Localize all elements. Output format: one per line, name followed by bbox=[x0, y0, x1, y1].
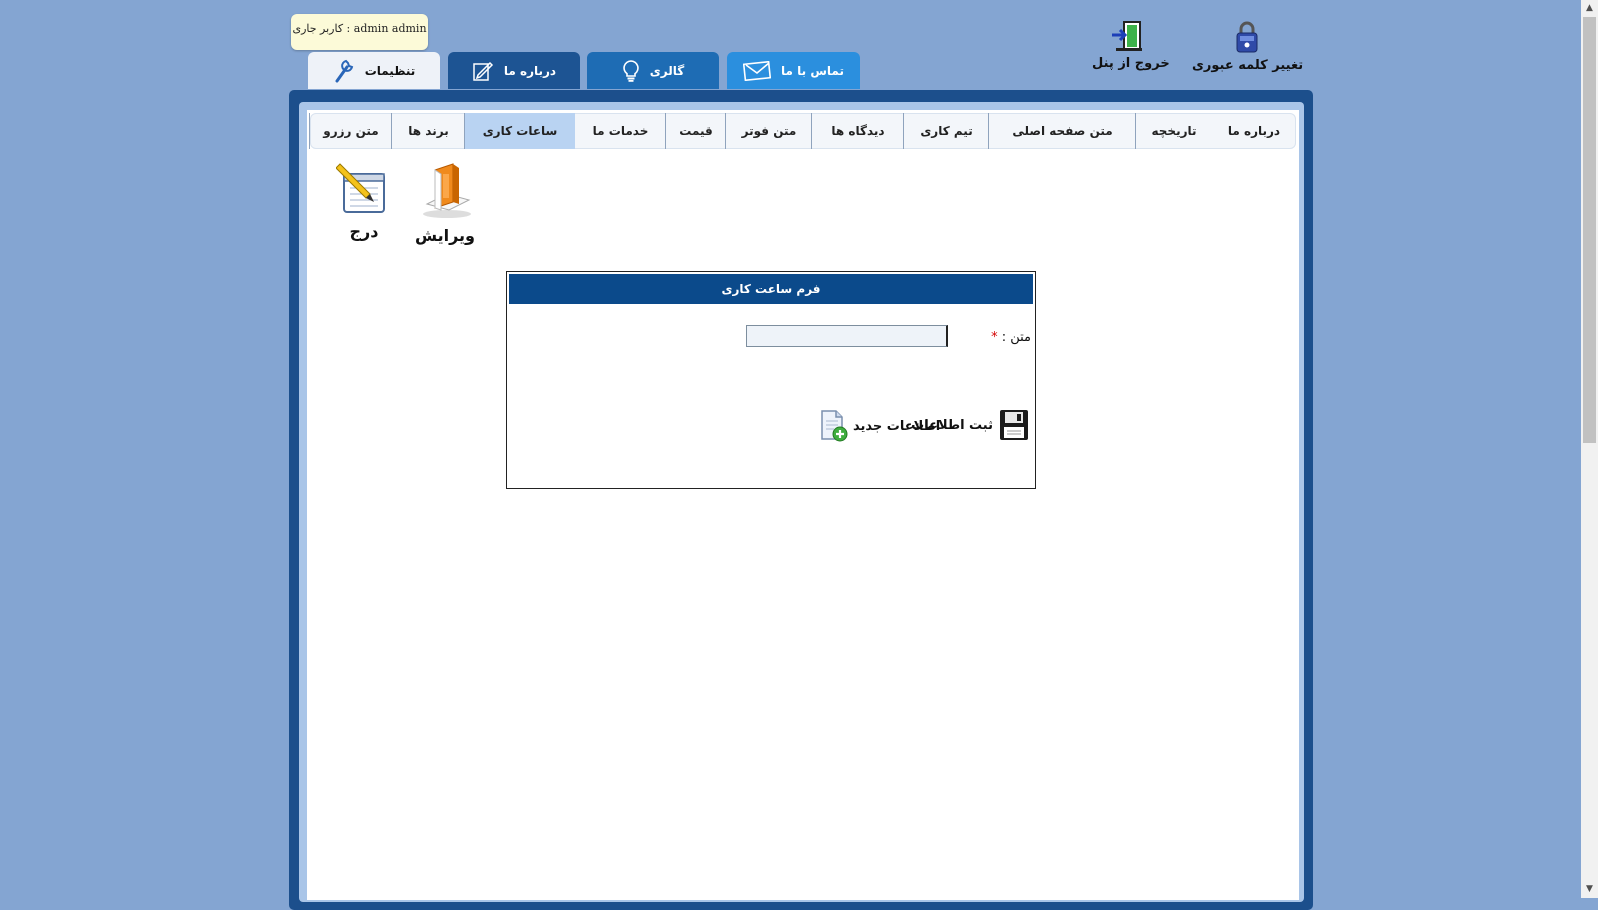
edit-action-button[interactable]: ویرایش bbox=[405, 160, 485, 245]
new-document-icon bbox=[821, 410, 848, 442]
notepad-pencil-icon bbox=[335, 163, 385, 213]
subtab-about[interactable]: درباره ما bbox=[1212, 113, 1296, 149]
new-record-label: اطلاعات جدید bbox=[853, 418, 941, 434]
text-field-label-text: متن : bbox=[1001, 330, 1031, 345]
logout-label: خروج از پنل bbox=[1092, 56, 1170, 71]
scroll-up-arrow-icon[interactable]: ▲ bbox=[1581, 0, 1598, 17]
scroll-down-arrow-icon[interactable]: ▼ bbox=[1581, 881, 1598, 898]
exit-door-icon bbox=[1112, 21, 1142, 51]
working-hours-form: فرم ساعت کاری متن : * ثبت اطلاعات اطلاعا… bbox=[506, 271, 1036, 489]
subtab-home-text[interactable]: متن صفحه اصلی bbox=[988, 113, 1136, 149]
tab-settings[interactable]: تنظیمات bbox=[308, 52, 440, 89]
edit-note-icon bbox=[473, 61, 493, 81]
subtab-history[interactable]: تاریخچه bbox=[1135, 113, 1212, 149]
logout-button[interactable]: خروج از پنل bbox=[1092, 20, 1170, 71]
scroll-thumb[interactable] bbox=[1583, 17, 1596, 443]
envelope-icon bbox=[743, 60, 772, 81]
tab-contact[interactable]: تماس با ما bbox=[727, 52, 860, 89]
form-title: فرم ساعت کاری bbox=[509, 274, 1033, 304]
wrench-icon bbox=[335, 59, 353, 82]
tab-settings-label: تنظیمات bbox=[364, 63, 416, 78]
required-mark: * bbox=[991, 330, 998, 345]
lightbulb-icon bbox=[623, 59, 639, 82]
subtab-footer-text[interactable]: متن فوتر bbox=[725, 113, 812, 149]
tab-about-label: درباره ما bbox=[503, 63, 557, 78]
book-icon bbox=[423, 163, 471, 218]
tab-about[interactable]: درباره ما bbox=[448, 52, 580, 89]
subtab-services[interactable]: خدمات ما bbox=[574, 113, 666, 149]
change-password-button[interactable]: تغییر کلمه عبوری bbox=[1192, 20, 1304, 73]
subtab-brands[interactable]: برند ها bbox=[391, 113, 465, 149]
sub-navigation: درباره ما تاریخچه متن صفحه اصلی تیم کاری… bbox=[309, 113, 1296, 149]
insert-action-label: درج bbox=[349, 222, 379, 241]
subtab-reviews[interactable]: دیدگاه ها bbox=[811, 113, 904, 149]
subtab-working-hours[interactable]: ساعات کاری bbox=[464, 113, 575, 149]
floppy-disk-icon bbox=[1000, 410, 1028, 440]
lock-icon bbox=[1236, 21, 1258, 53]
new-record-button[interactable]: اطلاعات جدید bbox=[819, 409, 940, 443]
subtab-price[interactable]: قیمت bbox=[665, 113, 726, 149]
current-user-badge: admin admin : کاربر جاری bbox=[291, 14, 428, 50]
tab-gallery-label: گالری bbox=[649, 63, 685, 78]
vertical-scrollbar[interactable]: ▲ ▼ bbox=[1581, 0, 1598, 898]
text-field-label: متن : * bbox=[991, 330, 1031, 345]
tab-gallery[interactable]: گالری bbox=[587, 52, 719, 89]
subtab-reservation-text[interactable]: متن رزرو bbox=[309, 113, 392, 149]
text-input[interactable] bbox=[746, 325, 948, 347]
tab-contact-label: تماس با ما bbox=[781, 63, 844, 78]
change-password-label: تغییر کلمه عبوری bbox=[1192, 58, 1304, 73]
edit-action-label: ویرایش bbox=[414, 226, 475, 245]
subtab-team[interactable]: تیم کاری bbox=[903, 113, 989, 149]
insert-action-button[interactable]: درج bbox=[333, 160, 395, 241]
